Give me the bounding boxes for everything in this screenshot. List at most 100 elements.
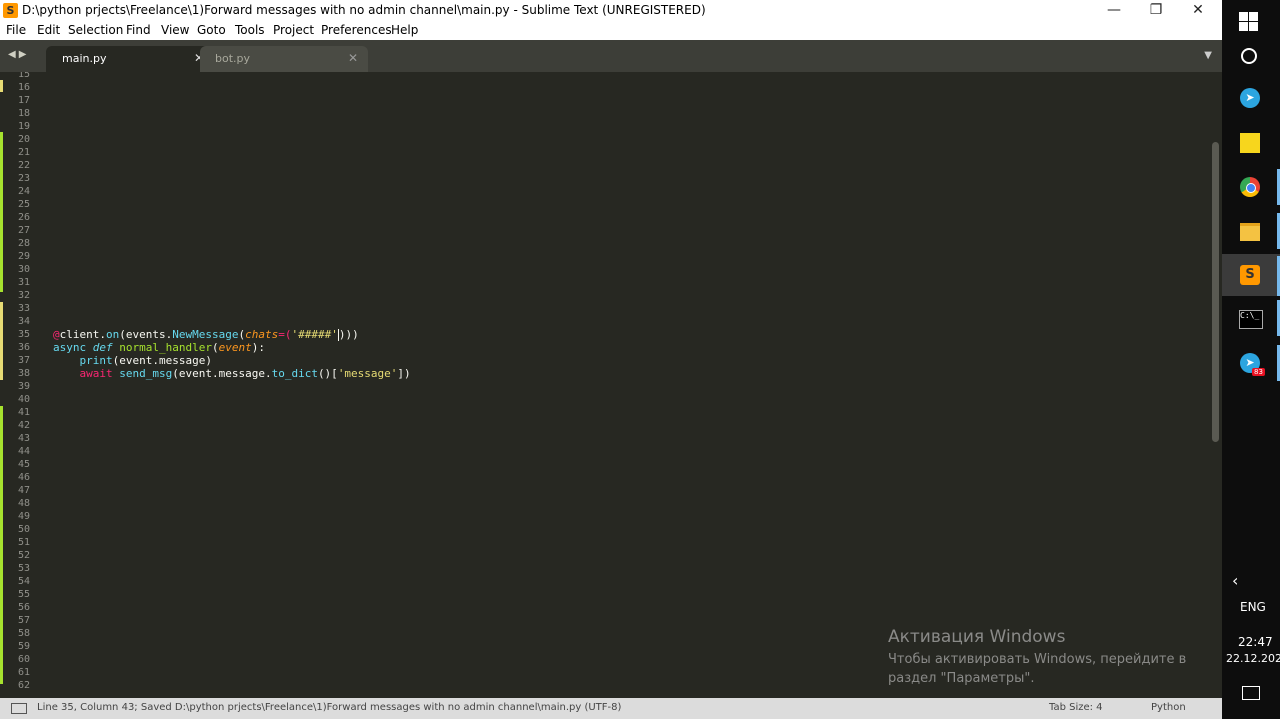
line-number: 29 (17, 251, 30, 262)
chrome-icon[interactable] (1240, 177, 1260, 197)
code-token: ( (211, 341, 219, 354)
menu-edit[interactable]: Edit (37, 23, 60, 37)
line-number: 60 (17, 654, 30, 665)
line-number: 21 (17, 147, 30, 158)
tab-size-selector[interactable]: Tab Size: 4 (1049, 702, 1103, 713)
line-number: 32 (17, 290, 30, 301)
line-number: 20 (17, 134, 30, 145)
line-number: 35 (17, 329, 30, 340)
line-number: 52 (17, 550, 30, 561)
sticky-notes-icon[interactable] (1240, 133, 1260, 153)
line-number: 27 (17, 225, 30, 236)
code-token: NewMessage (172, 328, 239, 341)
tab-close-icon[interactable]: ✕ (348, 51, 358, 65)
code-token: send_msg (119, 367, 173, 380)
line-number: 28 (17, 238, 30, 249)
tab-bar: ◀▶ main.py ✕ bot.py ✕ ▼ (0, 40, 1222, 72)
clock-time[interactable]: 22:47 (1238, 635, 1273, 649)
tab-main-py[interactable]: main.py ✕ (46, 46, 214, 72)
menu-file[interactable]: File (6, 23, 26, 37)
gutter-mark (0, 302, 3, 380)
menu-find[interactable]: Find (126, 23, 151, 37)
code-token: (event.message. (172, 367, 272, 380)
maximize-button[interactable]: ❐ (1134, 0, 1178, 22)
sublime-text-icon[interactable]: S (1240, 265, 1260, 285)
notification-center-icon[interactable] (1242, 686, 1260, 700)
activation-subtitle: Чтобы активировать Windows, перейдите в … (888, 652, 1187, 686)
tab-nav-arrows-icon[interactable]: ◀▶ (8, 49, 29, 60)
line-number: 17 (17, 95, 30, 106)
menu-view[interactable]: View (161, 23, 189, 37)
close-button[interactable]: ✕ (1176, 0, 1220, 22)
minimize-button[interactable]: — (1092, 0, 1136, 22)
code-token: (events. (119, 328, 173, 341)
menu-preferences[interactable]: Preferences (321, 23, 392, 37)
code-line-35: @client.on(events.NewMessage(chats=('###… (53, 328, 359, 341)
line-number: 25 (17, 199, 30, 210)
window-title: D:\python prjects\Freelance\1)Forward me… (22, 3, 706, 17)
command-prompt-icon[interactable]: C:\_ (1239, 310, 1263, 329)
menu-bar: File Edit Selection Find View Goto Tools… (0, 22, 1222, 40)
code-token: . (99, 328, 106, 341)
scrollbar-thumb[interactable] (1212, 142, 1219, 442)
activation-title: Активация Windows (888, 627, 1066, 647)
line-number: 43 (17, 433, 30, 444)
windows-start-icon[interactable] (1239, 9, 1261, 31)
line-number: 22 (17, 160, 30, 171)
line-number: 41 (17, 407, 30, 418)
line-number: 55 (17, 589, 30, 600)
line-number: 39 (17, 381, 30, 392)
line-number: 59 (17, 641, 30, 652)
line-number: 30 (17, 264, 30, 275)
line-number: 37 (17, 355, 30, 366)
menu-goto[interactable]: Goto (197, 23, 226, 37)
code-token: def (92, 341, 113, 354)
line-number: 44 (17, 446, 30, 457)
tab-dropdown-icon[interactable]: ▼ (1204, 50, 1212, 61)
menu-selection[interactable]: Selection (68, 23, 123, 37)
code-token: chats (245, 328, 279, 341)
sublime-app-icon: S (3, 3, 18, 18)
code-editor[interactable]: 15 16 17 18 19 20 21 22 23 24 25 26 27 28 29 30 31 32 33 34… (0, 72, 1222, 698)
gutter-mark (0, 80, 3, 92)
line-number: 34 (17, 316, 30, 327)
line-number: 48 (17, 498, 30, 509)
code-token: ): (251, 341, 265, 354)
windows-taskbar: ➤ S C:\_ ➤ 83 ‹ ENG 22:47 22.12.2020 (1222, 0, 1280, 719)
menu-help[interactable]: Help (391, 23, 418, 37)
code-token: (event.message) (112, 354, 212, 367)
code-token: to_dict (271, 367, 318, 380)
line-number: 53 (17, 563, 30, 574)
search-icon[interactable] (1241, 48, 1257, 64)
line-number: 47 (17, 485, 30, 496)
code-line-36: async def normal_handler(event): (53, 341, 265, 354)
line-number: 24 (17, 186, 30, 197)
syntax-selector[interactable]: Python (1151, 702, 1186, 713)
line-number: 46 (17, 472, 30, 483)
vertical-scrollbar[interactable] (1210, 72, 1222, 698)
telegram-icon[interactable]: ➤ (1240, 88, 1260, 108)
panel-toggle-icon[interactable] (11, 703, 27, 714)
gutter-mark (0, 406, 3, 684)
clock-date[interactable]: 22.12.2020 (1226, 652, 1280, 665)
line-number: 23 (17, 173, 30, 184)
menu-tools[interactable]: Tools (235, 23, 265, 37)
menu-project[interactable]: Project (273, 23, 314, 37)
line-number: 31 (17, 277, 30, 288)
line-number: 42 (17, 420, 30, 431)
line-gutter: 15 16 17 18 19 20 21 22 23 24 25 26 27 28 29 30 31 32 33 34… (0, 72, 42, 698)
language-indicator[interactable]: ENG (1240, 600, 1266, 614)
line-number: 19 (17, 121, 30, 132)
unread-badge: 83 (1252, 368, 1265, 376)
code-token: ]) (397, 367, 411, 380)
line-number: 16 (17, 82, 30, 93)
chevron-left-icon[interactable]: ‹ (1232, 571, 1238, 590)
line-number: 51 (17, 537, 30, 548)
code-token: async (53, 341, 87, 354)
code-token: event (218, 341, 252, 354)
tab-bot-py[interactable]: bot.py ✕ (200, 46, 368, 72)
line-number: 33 (17, 303, 30, 314)
line-number: 36 (17, 342, 30, 353)
line-number: 15 (17, 72, 30, 80)
file-explorer-icon[interactable] (1240, 223, 1260, 241)
